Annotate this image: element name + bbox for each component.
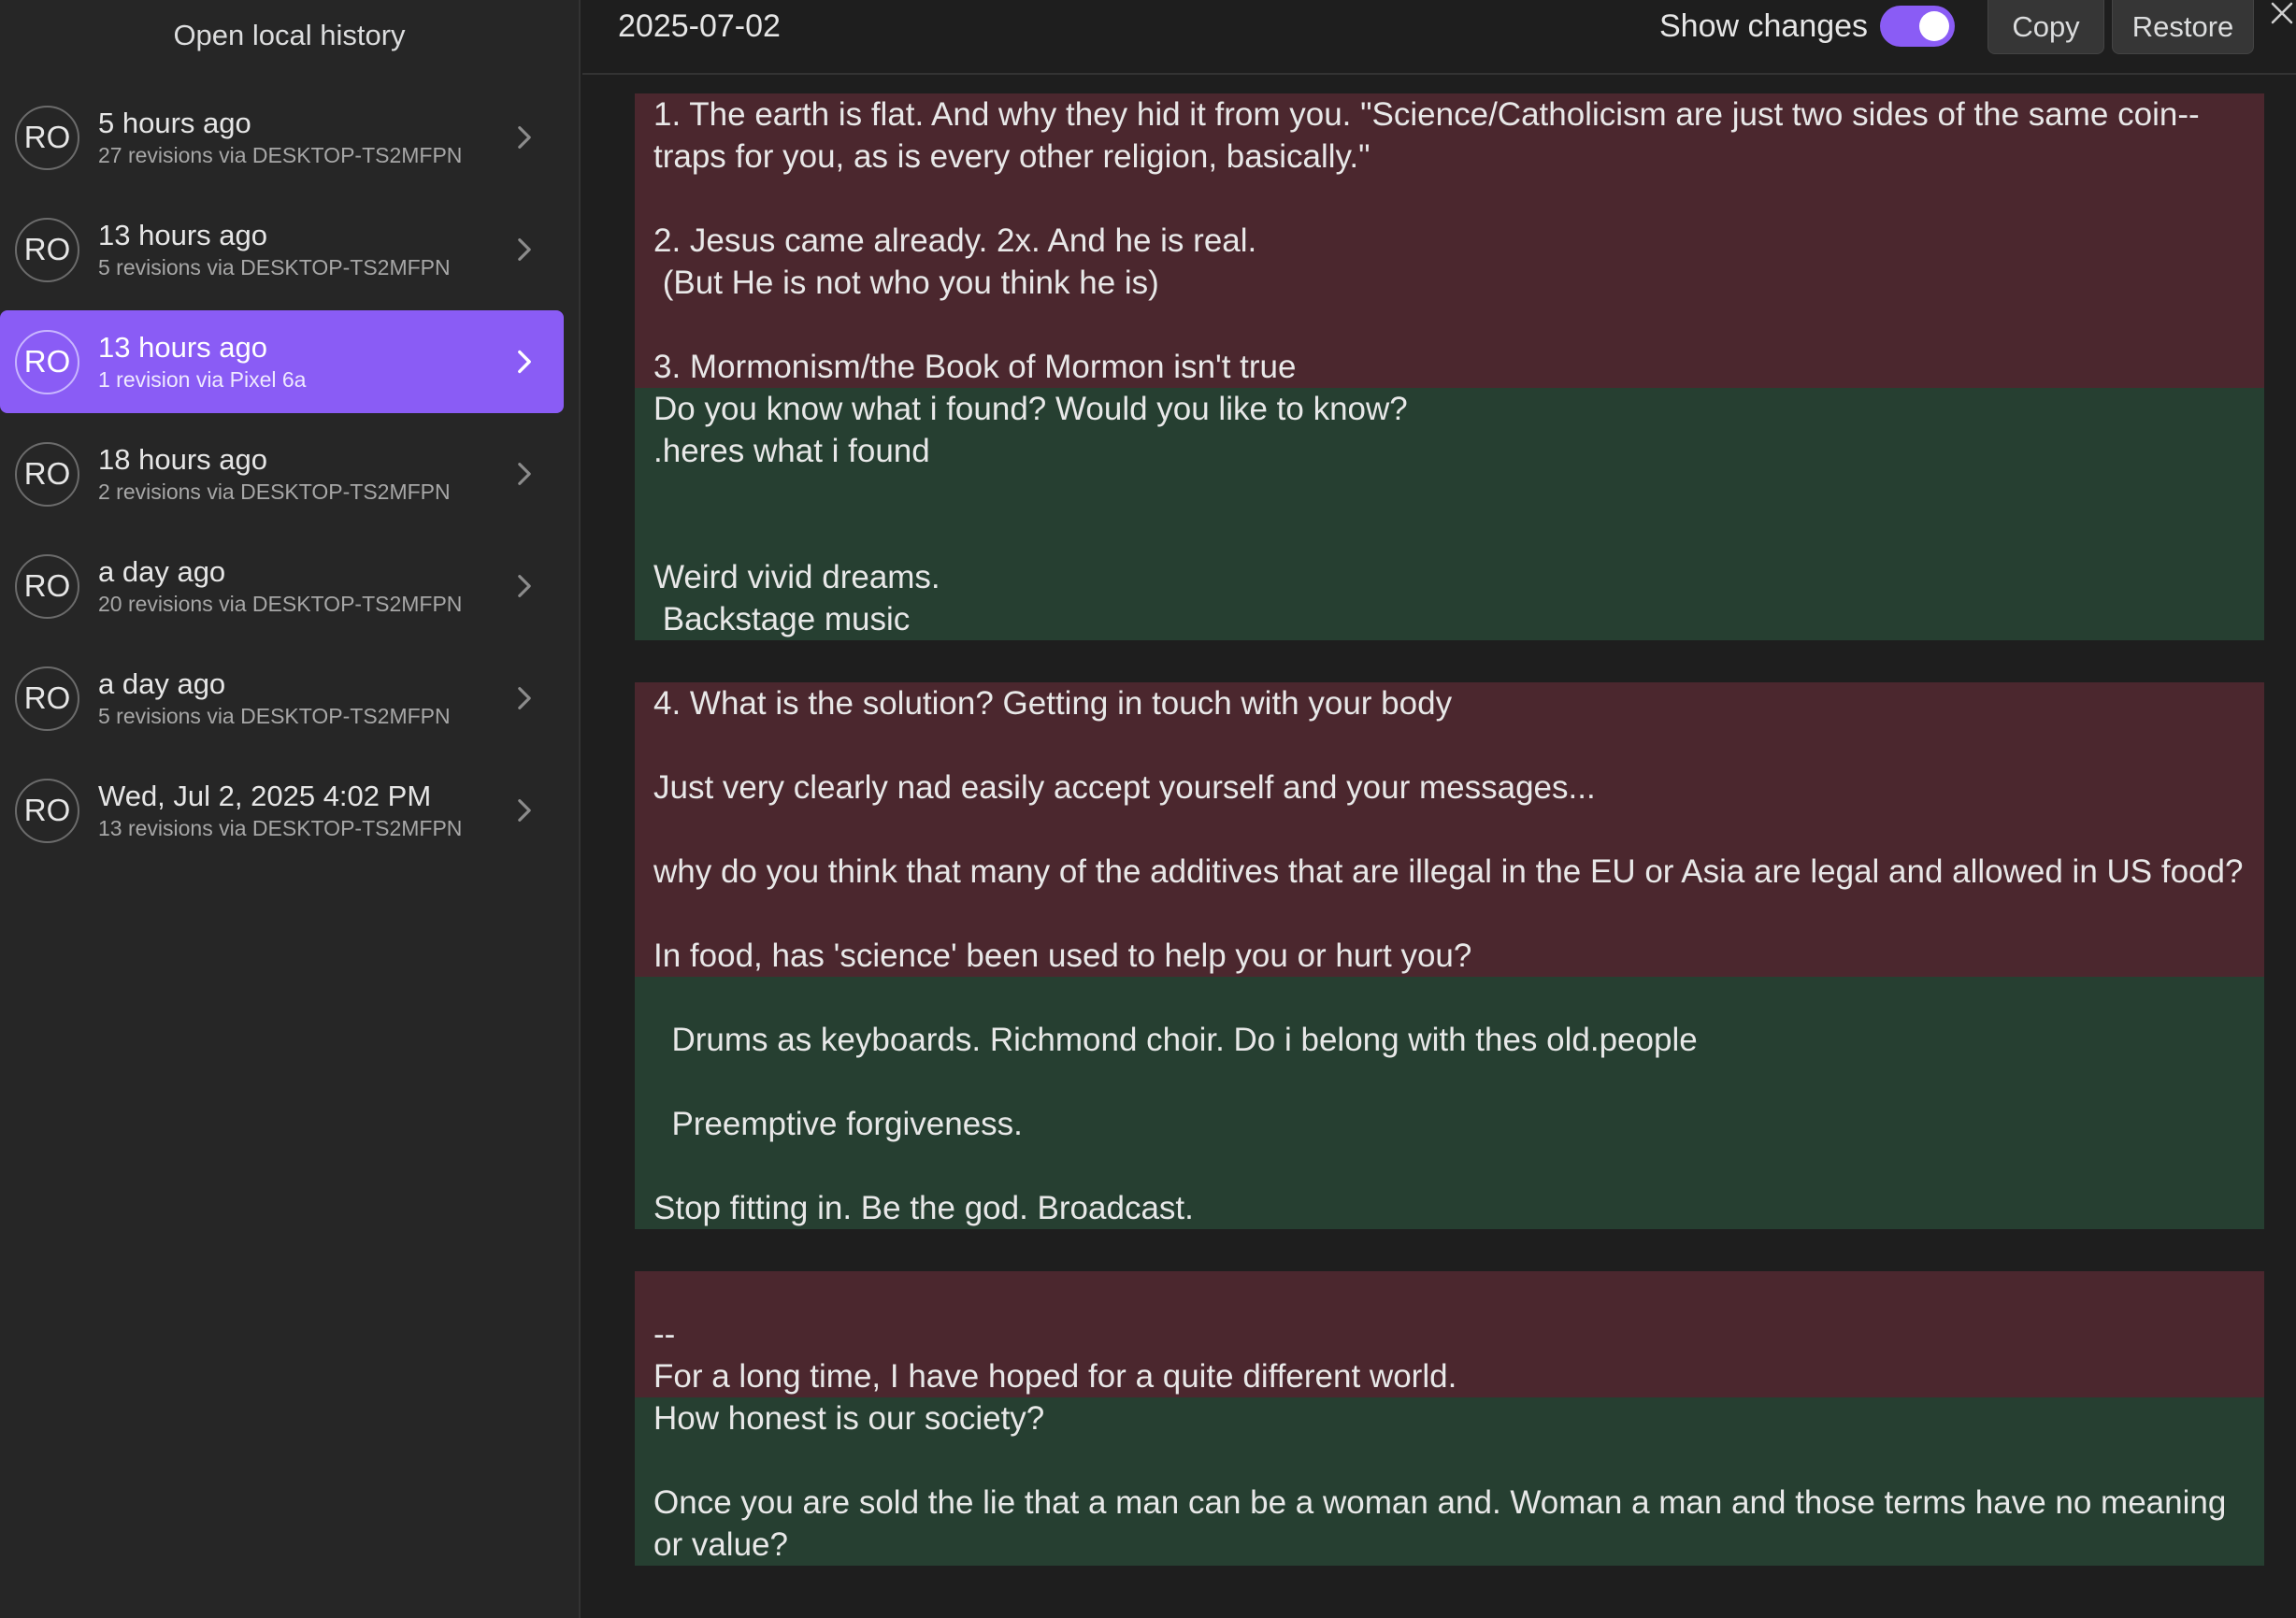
toggle-knob xyxy=(1919,11,1949,41)
unchanged-gap xyxy=(635,640,2264,682)
avatar: RO xyxy=(15,553,79,619)
revision-count: 2 revisions via DESKTOP-TS2MFPN xyxy=(98,480,451,504)
sidebar-title[interactable]: Open local history xyxy=(0,0,579,70)
avatar: RO xyxy=(15,217,79,282)
revision-item-selected[interactable]: RO 13 hours ago 1 revision via Pixel 6a xyxy=(0,310,564,413)
deleted-block: -- For a long time, I have hoped for a q… xyxy=(635,1271,2264,1397)
chevron-right-icon xyxy=(506,455,543,493)
copy-button[interactable]: Copy xyxy=(1987,0,2104,54)
added-block: Do you know what i found? Would you like… xyxy=(635,388,2264,640)
revision-time: a day ago xyxy=(98,555,226,588)
revision-count: 13 revisions via DESKTOP-TS2MFPN xyxy=(98,816,463,840)
revision-time: 5 hours ago xyxy=(98,107,251,139)
diff-view: 1. The earth is flat. And why they hid i… xyxy=(635,93,2264,1566)
avatar: RO xyxy=(15,329,79,394)
show-changes-toggle[interactable] xyxy=(1880,6,1955,47)
revision-count: 5 revisions via DESKTOP-TS2MFPN xyxy=(98,704,451,728)
revision-list: RO 5 hours ago 27 revisions via DESKTOP-… xyxy=(0,86,581,871)
revision-item[interactable]: RO a day ago 20 revisions via DESKTOP-TS… xyxy=(0,535,564,637)
revision-time: 18 hours ago xyxy=(98,443,267,476)
added-block: How honest is our society? Once you are … xyxy=(635,1397,2264,1566)
chevron-right-icon xyxy=(506,680,543,717)
deleted-block: 1. The earth is flat. And why they hid i… xyxy=(635,93,2264,388)
revision-time: 13 hours ago xyxy=(98,219,267,251)
added-block: Drums as keyboards. Richmond choir. Do i… xyxy=(635,977,2264,1229)
revision-count: 27 revisions via DESKTOP-TS2MFPN xyxy=(98,143,463,167)
revision-count: 1 revision via Pixel 6a xyxy=(98,367,307,392)
chevron-right-icon xyxy=(506,231,543,268)
revision-item[interactable]: RO 5 hours ago 27 revisions via DESKTOP-… xyxy=(0,86,564,189)
revision-item[interactable]: RO Wed, Jul 2, 2025 4:02 PM 13 revisions… xyxy=(0,759,564,862)
revision-count: 20 revisions via DESKTOP-TS2MFPN xyxy=(98,592,463,616)
chevron-right-icon xyxy=(506,792,543,829)
revision-time: 13 hours ago xyxy=(98,331,267,364)
chevron-right-icon xyxy=(506,343,543,380)
revision-time: Wed, Jul 2, 2025 4:02 PM xyxy=(98,780,432,812)
restore-button[interactable]: Restore xyxy=(2112,0,2254,54)
unchanged-gap xyxy=(635,1229,2264,1271)
avatar: RO xyxy=(15,778,79,843)
file-title: 2025-07-02 xyxy=(618,8,781,44)
history-sidebar: Open local history RO 5 hours ago 27 rev… xyxy=(0,0,581,1618)
toolbar: 2025-07-02 Show changes Copy Restore xyxy=(582,0,2296,75)
close-icon[interactable] xyxy=(2263,0,2296,37)
show-changes-label: Show changes xyxy=(1659,8,1869,44)
revision-time: a day ago xyxy=(98,667,226,700)
revision-item[interactable]: RO 18 hours ago 2 revisions via DESKTOP-… xyxy=(0,422,564,525)
revision-count: 5 revisions via DESKTOP-TS2MFPN xyxy=(98,255,451,279)
avatar: RO xyxy=(15,441,79,507)
revision-item[interactable]: RO 13 hours ago 5 revisions via DESKTOP-… xyxy=(0,198,564,301)
avatar: RO xyxy=(15,666,79,731)
deleted-block: 4. What is the solution? Getting in touc… xyxy=(635,682,2264,977)
chevron-right-icon xyxy=(506,119,543,156)
avatar: RO xyxy=(15,105,79,170)
chevron-right-icon xyxy=(506,567,543,605)
revision-item[interactable]: RO a day ago 5 revisions via DESKTOP-TS2… xyxy=(0,647,564,750)
